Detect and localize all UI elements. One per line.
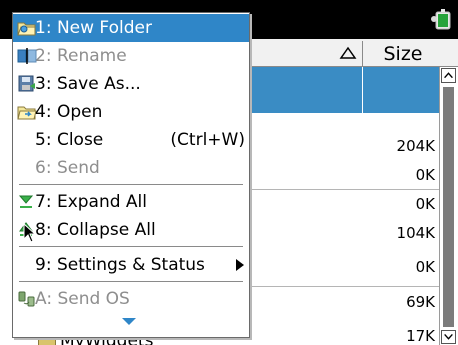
- row-separator: [249, 189, 439, 190]
- file-size-cell: 69K: [406, 293, 435, 311]
- menu-item-label: 1: New Folder: [35, 18, 152, 38]
- menu-item-label: 2: Rename: [35, 46, 127, 66]
- menu-separator: [19, 281, 243, 282]
- menu-item-close[interactable]: 5: Close (Ctrl+W): [13, 126, 249, 154]
- open-folder-icon: [17, 106, 37, 120]
- menu-item-send-os: A: Send OS: [13, 285, 249, 313]
- menu-item-new-folder[interactable]: 1: New Folder: [13, 14, 249, 42]
- menu-item-label: 5: Close: [35, 130, 104, 150]
- menu-item-rename: 2: Rename: [13, 42, 249, 70]
- menu-item-label: 9: Settings & Status: [35, 255, 205, 275]
- menu-separator: [19, 246, 243, 247]
- file-size-cell: 0K: [415, 258, 435, 276]
- new-folder-icon: [17, 22, 36, 36]
- file-size-cell: 0K: [415, 195, 435, 213]
- scrollbar-thumb[interactable]: [443, 87, 454, 327]
- file-size-cell: 0K: [415, 166, 435, 184]
- menu-item-label: 3: Save As...: [35, 74, 141, 94]
- battery-icon: [431, 9, 451, 30]
- column-divider[interactable]: [362, 41, 363, 67]
- size-column-header[interactable]: Size: [368, 42, 438, 66]
- selected-file-row[interactable]: [249, 67, 439, 113]
- row-separator: [249, 286, 439, 287]
- file-context-menu: 1: New Folder 2: Rename 3: Save As... 4:…: [12, 12, 250, 338]
- file-size-cell: 204K: [396, 137, 435, 155]
- sort-ascending-icon[interactable]: [339, 45, 357, 61]
- menu-item-label: 6: Send: [35, 158, 100, 178]
- file-size-cell: 104K: [396, 224, 435, 242]
- menu-item-open[interactable]: 4: Open: [13, 98, 249, 126]
- menu-item-collapse-all[interactable]: 8: Collapse All: [13, 216, 249, 244]
- more-items-arrow-icon[interactable]: [121, 317, 137, 326]
- menu-item-send: 6: Send: [13, 154, 249, 182]
- selected-row-divider: [362, 67, 363, 113]
- file-size-cell: 17K: [406, 327, 435, 345]
- mouse-pointer-icon: [23, 223, 37, 243]
- menu-separator: [19, 184, 243, 185]
- scroll-up-button[interactable]: [441, 68, 456, 83]
- menu-item-settings-status[interactable]: 9: Settings & Status: [13, 251, 249, 279]
- menu-item-expand-all[interactable]: 7: Expand All: [13, 188, 249, 216]
- send-os-icon: [18, 291, 35, 307]
- scroll-down-button[interactable]: [441, 330, 456, 344]
- menu-item-label: A: Send OS: [35, 289, 130, 309]
- menu-item-label: 7: Expand All: [35, 192, 148, 212]
- submenu-arrow-icon: [236, 259, 244, 271]
- menu-item-save-as[interactable]: 3: Save As...: [13, 70, 249, 98]
- menu-item-label: 4: Open: [35, 102, 103, 122]
- save-as-icon: [18, 75, 35, 92]
- menu-item-label: 8: Collapse All: [35, 220, 156, 240]
- expand-all-icon: [18, 195, 34, 208]
- rename-icon: [17, 48, 37, 64]
- menu-item-shortcut: (Ctrl+W): [170, 130, 245, 150]
